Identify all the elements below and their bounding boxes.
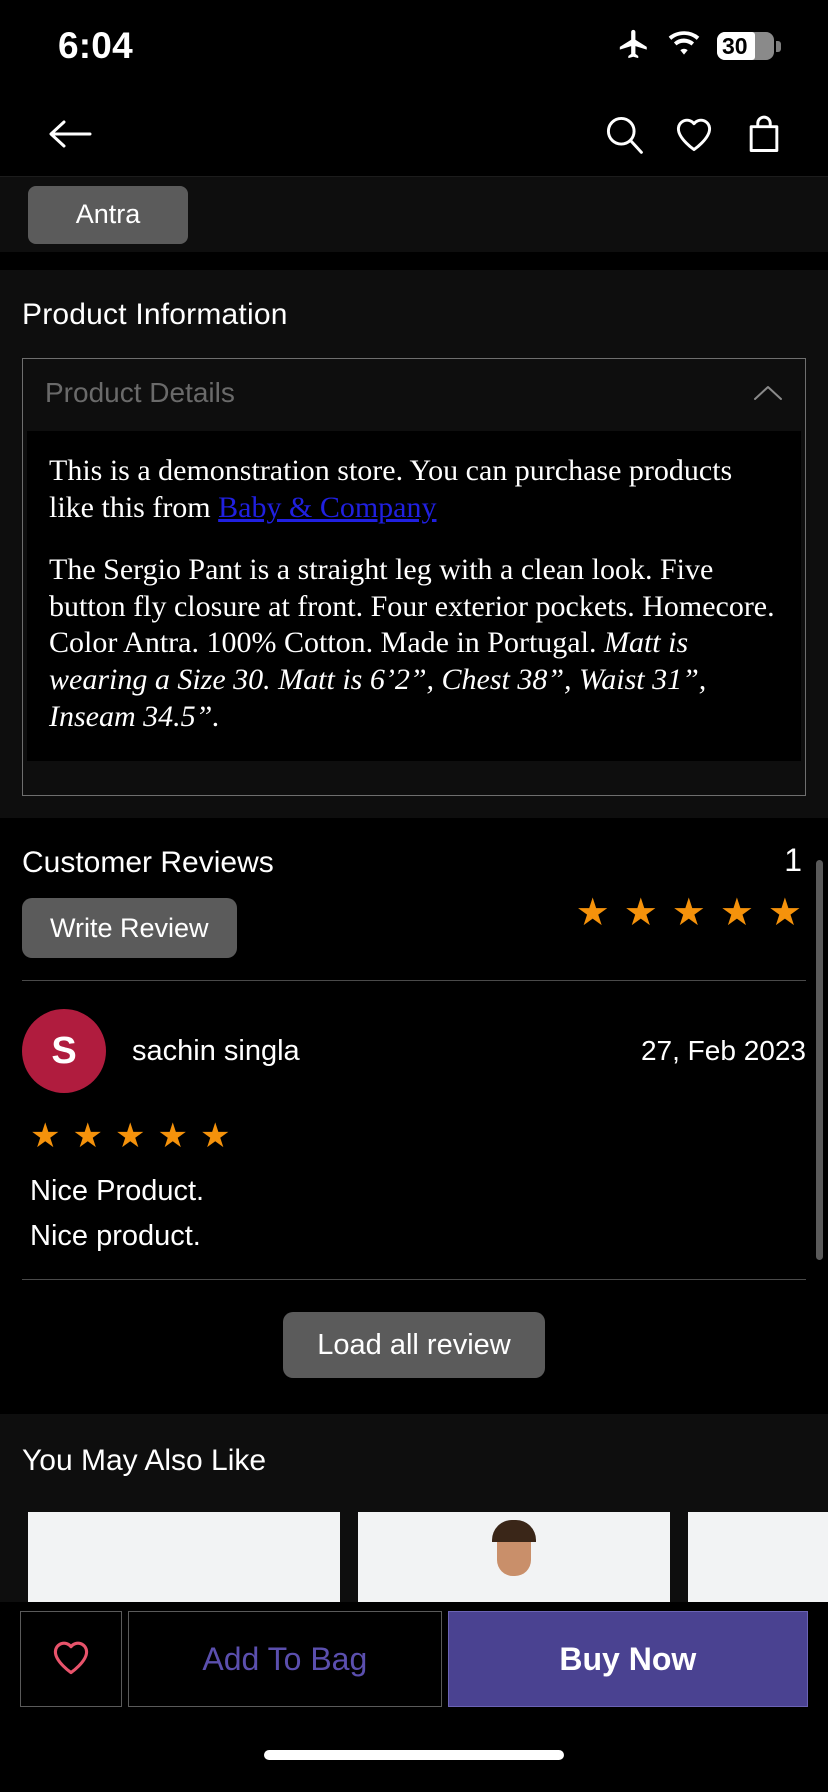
product-details-accordion-header[interactable]: Product Details: [23, 359, 805, 427]
bottom-action-bar: Add To Bag Buy Now: [0, 1602, 828, 1716]
customer-reviews-header: Customer Reviews Write Review 1 ★ ★ ★ ★ …: [0, 844, 828, 959]
status-bar-indicators: 30: [617, 27, 781, 66]
heart-outline-icon: [48, 1635, 94, 1684]
heart-icon[interactable]: [672, 112, 716, 156]
star-icon: ★: [575, 892, 610, 935]
section-gap: [0, 252, 828, 270]
customer-reviews-header-left: Customer Reviews Write Review: [22, 844, 274, 959]
avatar: S: [22, 1009, 106, 1094]
chevron-up-icon[interactable]: [753, 384, 783, 402]
product-description-paragraph-1: This is a demonstration store. You can p…: [49, 453, 779, 526]
product-details-label: Product Details: [45, 377, 235, 408]
navigation-actions: [602, 112, 786, 156]
star-icon: ★: [30, 1117, 61, 1156]
model-thumbnail: [492, 1520, 536, 1577]
review-count: 1: [784, 842, 802, 879]
star-icon: ★: [72, 1117, 103, 1156]
navigation-bar: [0, 92, 828, 176]
write-review-button[interactable]: Write Review: [22, 898, 237, 959]
load-all-reviews-button[interactable]: Load all review: [283, 1312, 545, 1379]
search-icon[interactable]: [602, 112, 646, 156]
load-reviews-row: Load all review: [0, 1280, 828, 1414]
review-star-rating: ★ ★ ★ ★ ★: [30, 1119, 806, 1153]
review-author-name: sachin singla: [132, 1034, 300, 1067]
star-icon: ★: [767, 892, 802, 935]
home-indicator: [264, 1750, 564, 1760]
product-information-section: Product Information Product Details This…: [0, 270, 828, 819]
baby-and-company-link[interactable]: Baby & Company: [218, 491, 436, 524]
add-to-bag-button[interactable]: Add To Bag: [128, 1611, 442, 1707]
customer-reviews-section: Customer Reviews Write Review 1 ★ ★ ★ ★ …: [0, 818, 828, 1415]
battery-percent: 30: [722, 32, 748, 59]
back-arrow-icon[interactable]: [44, 114, 96, 154]
status-bar-time: 6:04: [58, 25, 133, 66]
status-bar: 6:04 30: [0, 0, 828, 92]
page-title: Product Information: [22, 298, 288, 331]
summary-star-rating: ★ ★ ★ ★ ★: [576, 894, 802, 932]
star-icon: ★: [719, 892, 754, 935]
star-icon: ★: [114, 1117, 146, 1156]
product-detail-screen: 6:04 30 Antra Product Information Produc…: [0, 0, 828, 1792]
you-may-also-like-title: You May Also Like: [22, 1444, 267, 1478]
color-swatch-antra[interactable]: Antra: [28, 185, 188, 244]
color-swatch-strip: Antra: [0, 176, 828, 252]
airplane-icon: [617, 27, 651, 66]
product-details-accordion: Product Details This is a demonstration …: [22, 358, 806, 797]
review-author-block: S sachin singla: [22, 1009, 300, 1094]
review-body: Nice product.: [30, 1220, 201, 1253]
star-icon: ★: [671, 892, 706, 935]
customer-reviews-header-right: 1 ★ ★ ★ ★ ★: [576, 844, 806, 932]
star-icon: ★: [199, 1117, 231, 1156]
battery-indicator: 30: [717, 32, 781, 60]
review-date: 27, Feb 2023: [640, 1035, 806, 1067]
buy-now-button[interactable]: Buy Now: [447, 1611, 808, 1707]
color-swatch-label: Antra: [75, 199, 141, 229]
shopping-bag-icon[interactable]: [742, 112, 786, 156]
product-description-paragraph-2: The Sergio Pant is a straight leg with a…: [49, 552, 779, 735]
product-details-body: This is a demonstration store. You can p…: [27, 431, 801, 762]
review-item-header: S sachin singla 27, Feb 2023: [22, 1009, 806, 1094]
customer-reviews-title: Customer Reviews: [22, 846, 274, 880]
star-icon: ★: [623, 892, 658, 935]
review-title: Nice Product.: [30, 1175, 205, 1208]
wishlist-button[interactable]: [20, 1611, 122, 1707]
wifi-icon: [667, 30, 701, 62]
review-item: S sachin singla 27, Feb 2023 ★ ★ ★ ★ ★ N…: [0, 981, 828, 1253]
scrollbar[interactable]: [816, 860, 823, 1260]
star-icon: ★: [157, 1117, 188, 1156]
